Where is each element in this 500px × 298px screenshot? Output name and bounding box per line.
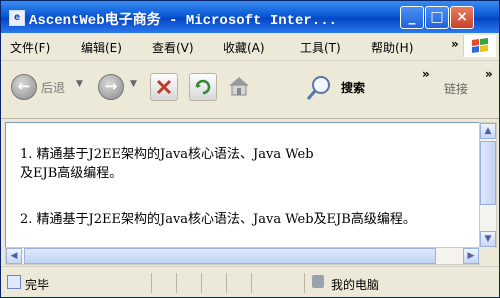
menu-file[interactable]: 文件(F) [10, 39, 50, 56]
close-button[interactable]: × [450, 6, 474, 29]
status-text: 完毕 [25, 278, 50, 292]
back-dropdown-icon[interactable]: ▼ [76, 79, 83, 89]
status-pane [176, 273, 201, 293]
paragraph-1-line-1: 1. 精通基于J2EE架构的Java核心语法、Java Web [20, 147, 314, 162]
zone-text: 我的电脑 [331, 278, 380, 292]
status-pane [201, 273, 226, 293]
vertical-scrollbar[interactable]: ▲ ▼ [479, 122, 497, 248]
menu-bar: 文件(F) 编辑(E) 查看(V) 收藏(A) 工具(T) 帮助(H) » [1, 33, 499, 61]
horizontal-scrollbar[interactable]: ◀ ▶ [5, 247, 480, 265]
paragraph-2: 2. 精通基于J2EE架构的Java核心语法、Java Web及EJB高级编程。 [20, 212, 416, 227]
ie-page-icon: e [9, 10, 25, 26]
status-pane [251, 273, 276, 293]
menu-overflow-chevron[interactable]: » [451, 37, 459, 51]
page-done-icon [7, 275, 21, 289]
back-icon[interactable]: ← [11, 74, 37, 100]
links-label[interactable]: 链接 [444, 80, 468, 97]
browser-window: e AscentWeb电子商务 - Microsoft Inter... _ □… [0, 0, 500, 298]
stop-icon[interactable] [150, 73, 178, 101]
menu-edit[interactable]: 编辑(E) [81, 39, 122, 56]
status-bar: 完毕 我的电脑 [1, 266, 499, 297]
menu-help[interactable]: 帮助(H) [371, 39, 413, 56]
status-pane [226, 273, 251, 293]
page-content[interactable]: 1. 精通基于J2EE架构的Java核心语法、Java Web 及EJB高级编程… [5, 122, 480, 248]
search-label[interactable]: 搜索 [341, 79, 365, 96]
menu-favorites[interactable]: 收藏(A) [223, 39, 265, 56]
vertical-scroll-thumb[interactable] [480, 141, 496, 205]
forward-dropdown-icon[interactable]: ▼ [130, 79, 137, 89]
menu-tools[interactable]: 工具(T) [300, 39, 341, 56]
back-label[interactable]: 后退 [41, 79, 65, 96]
scrollbar-corner [479, 247, 495, 263]
windows-logo-icon [463, 35, 496, 57]
minimize-button[interactable]: _ [400, 6, 424, 29]
scroll-right-icon[interactable]: ▶ [463, 248, 479, 264]
forward-icon[interactable]: → [98, 74, 124, 100]
search-icon[interactable] [304, 73, 336, 101]
scroll-down-icon[interactable]: ▼ [480, 231, 496, 247]
paragraph-1-line-2: 及EJB高级编程。 [20, 166, 123, 181]
toolbar-overflow-chevron[interactable]: » [422, 67, 430, 81]
status-pane [151, 273, 176, 293]
computer-icon [312, 275, 324, 288]
window-title: AscentWeb电子商务 - Microsoft Inter... [29, 13, 338, 29]
horizontal-scroll-thumb[interactable] [24, 248, 436, 264]
refresh-icon[interactable] [189, 73, 217, 101]
links-overflow-chevron[interactable]: » [485, 67, 493, 81]
home-icon[interactable] [226, 73, 252, 99]
title-bar[interactable]: e AscentWeb电子商务 - Microsoft Inter... _ □… [1, 1, 499, 33]
scroll-left-icon[interactable]: ◀ [6, 248, 22, 264]
scroll-up-icon[interactable]: ▲ [480, 123, 496, 139]
standard-toolbar: ← 后退 ▼ → ▼ 搜索 » 链接 » [1, 61, 499, 119]
maximize-button[interactable]: □ [425, 6, 449, 29]
menu-view[interactable]: 查看(V) [152, 39, 194, 56]
